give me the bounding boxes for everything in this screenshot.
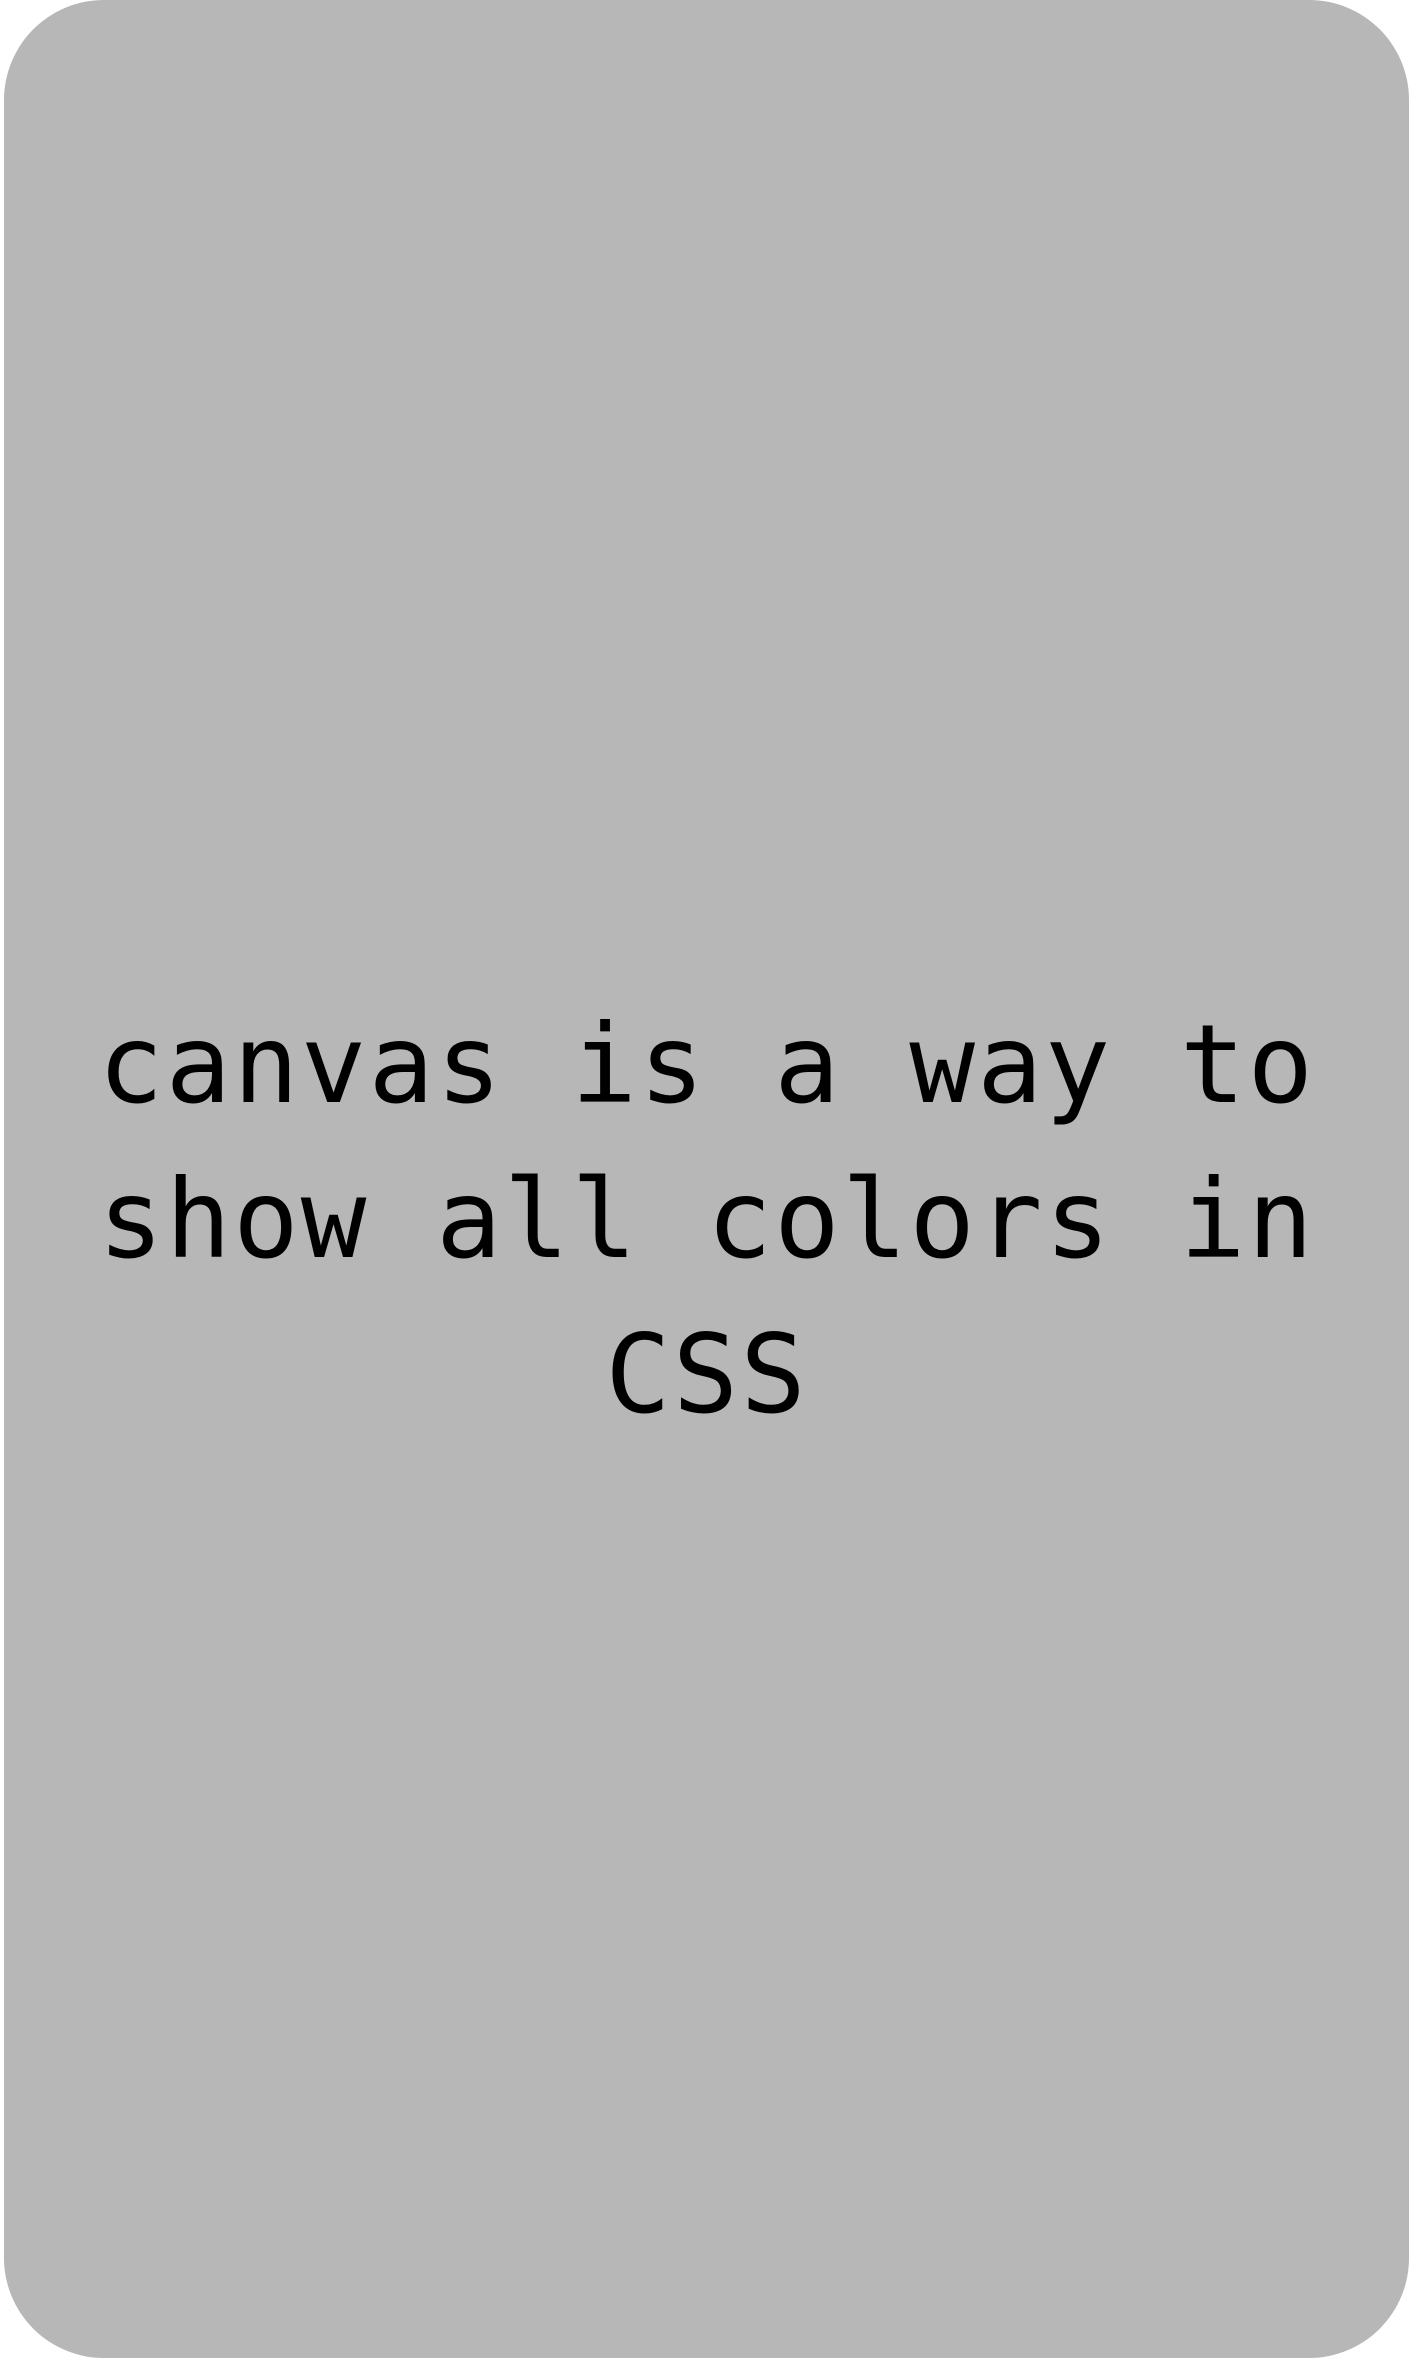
canvas-message: canvas is a way to show all colors in CS… — [97, 1000, 1316, 1438]
canvas-screen: canvas is a way to show all colors in CS… — [4, 0, 1409, 2358]
